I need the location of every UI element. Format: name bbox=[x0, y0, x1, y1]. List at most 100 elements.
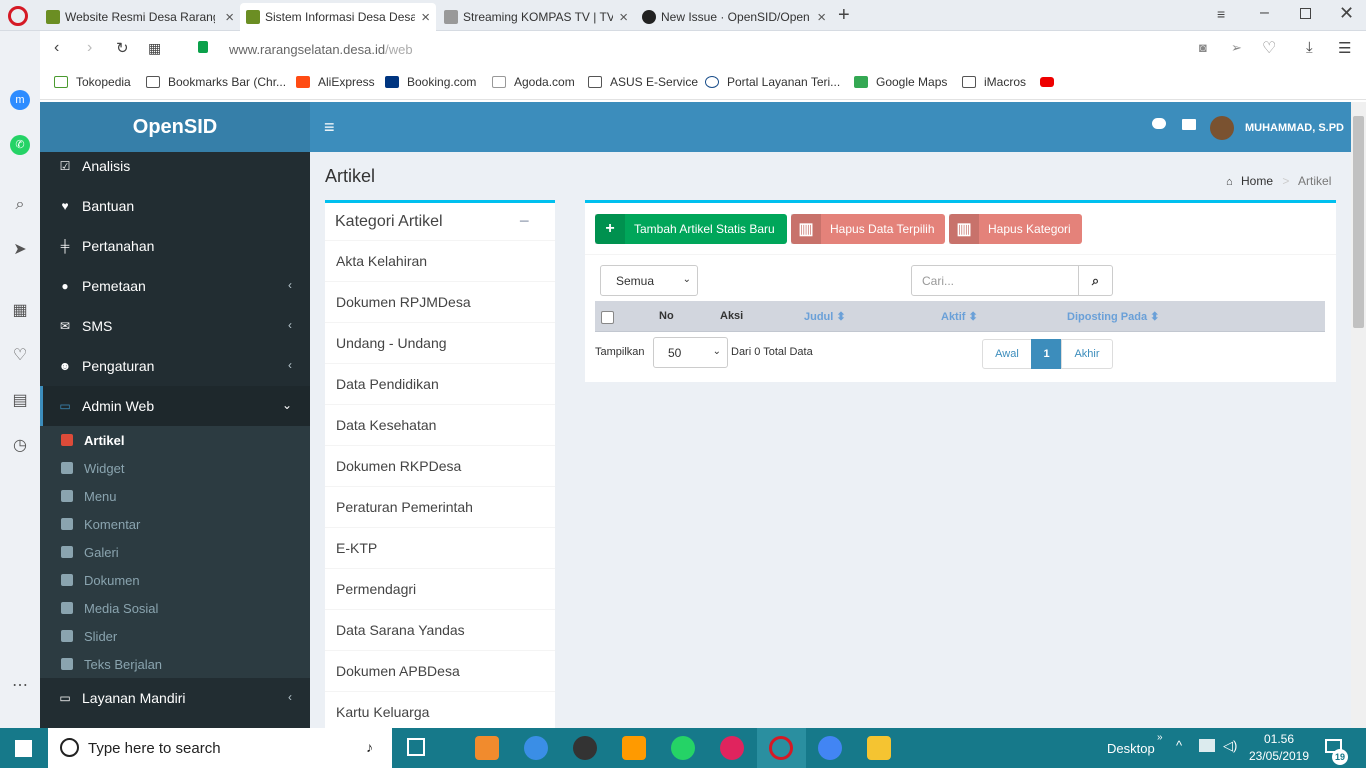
submenu-widget[interactable]: Widget bbox=[40, 454, 310, 482]
news-icon[interactable]: ▤ bbox=[10, 391, 30, 411]
breadcrumb-home[interactable]: Home bbox=[1241, 174, 1273, 188]
bookmark-folder[interactable]: Bookmarks Bar (Chr... bbox=[146, 75, 286, 89]
browser-tab[interactable]: Website Resmi Desa Rarang × bbox=[40, 3, 240, 31]
search-icon[interactable]: ⌕ bbox=[10, 195, 30, 215]
sidebar-item-pengaturan[interactable]: ☻ Pengaturan ‹ bbox=[40, 346, 310, 386]
new-tab-icon[interactable]: + bbox=[838, 4, 850, 27]
dropbox-icon[interactable] bbox=[1199, 739, 1215, 752]
bookmark-item[interactable]: Booking.com bbox=[385, 75, 476, 89]
add-article-button[interactable]: + Tambah Artikel Statis Baru bbox=[595, 214, 787, 244]
sidebar-item-admin-web[interactable]: ▭ Admin Web ⌄ bbox=[40, 386, 310, 426]
download-icon[interactable]: ⤓ bbox=[1306, 39, 1313, 56]
browser-tab[interactable]: Streaming KOMPAS TV | TV × bbox=[438, 3, 634, 31]
task-view-icon[interactable] bbox=[407, 738, 425, 756]
sidebar-item-pemetaan[interactable]: ● Pemetaan ‹ bbox=[40, 266, 310, 306]
send-snap-icon[interactable]: ➢ bbox=[1231, 40, 1242, 56]
hamburger-icon[interactable]: ≡ bbox=[324, 117, 335, 138]
opera-logo-icon[interactable] bbox=[8, 6, 28, 26]
bookmark-item[interactable]: Portal Layanan Teri... bbox=[705, 75, 840, 89]
delete-selected-button[interactable]: ▥ Hapus Data Terpilih bbox=[791, 214, 945, 244]
submenu-komentar[interactable]: Komentar bbox=[40, 510, 310, 538]
windows-start-icon[interactable] bbox=[15, 740, 32, 757]
file-explorer-icon[interactable] bbox=[867, 736, 891, 760]
restore-icon[interactable] bbox=[1300, 8, 1311, 19]
user-name[interactable]: MUHAMMAD, S.PD bbox=[1245, 122, 1344, 134]
desktop-toolbar[interactable]: Desktop bbox=[1107, 741, 1155, 756]
app-icon[interactable] bbox=[573, 736, 597, 760]
sidebar-item-sms[interactable]: ✉ SMS ‹ bbox=[40, 306, 310, 346]
youtube-icon[interactable] bbox=[1040, 77, 1054, 87]
bookmark-item[interactable]: Google Maps bbox=[854, 75, 947, 89]
edge-icon[interactable] bbox=[524, 736, 548, 760]
status-filter-select[interactable]: Semua ⌄ bbox=[600, 265, 698, 296]
app-logo[interactable]: OpenSID bbox=[40, 102, 310, 152]
kategori-item[interactable]: Dokumen APBDesa bbox=[325, 651, 555, 692]
whatsapp-icon[interactable]: ✆ bbox=[10, 135, 30, 155]
back-icon[interactable]: ‹ bbox=[54, 39, 59, 57]
url-field[interactable]: www.rarangselatan.desa.id/web bbox=[229, 42, 413, 57]
close-tab-icon[interactable]: × bbox=[421, 9, 430, 26]
taskbar-opera-active[interactable] bbox=[757, 728, 806, 768]
col-aktif-sort[interactable]: Aktif ⬍ bbox=[941, 310, 978, 323]
scrollbar-thumb[interactable] bbox=[1353, 116, 1364, 328]
send-icon[interactable]: ➤ bbox=[10, 240, 30, 260]
submenu-dokumen[interactable]: Dokumen bbox=[40, 566, 310, 594]
clock-time[interactable]: 01.56 bbox=[1249, 732, 1309, 746]
user-avatar[interactable] bbox=[1210, 116, 1234, 140]
heart-icon[interactable]: ♡ bbox=[10, 346, 30, 366]
page-current-button[interactable]: 1 bbox=[1031, 339, 1062, 369]
kategori-item[interactable]: Data Sarana Yandas bbox=[325, 610, 555, 651]
page-last-button[interactable]: Akhir bbox=[1061, 339, 1113, 369]
reload-icon[interactable]: ↻ bbox=[116, 39, 129, 57]
sidebar-item-layanan-mandiri[interactable]: ▭ Layanan Mandiri ‹ bbox=[40, 678, 310, 718]
col-diposting-sort[interactable]: Diposting Pada ⬍ bbox=[1067, 310, 1159, 323]
sidebar-item-bantuan[interactable]: ♥ Bantuan bbox=[40, 186, 310, 226]
comments-icon[interactable] bbox=[1152, 118, 1166, 129]
taskbar-search[interactable]: Type here to search ♪ bbox=[48, 728, 392, 768]
chevron-icon[interactable]: » bbox=[1157, 732, 1163, 743]
messenger-icon[interactable]: m bbox=[10, 90, 30, 110]
tab-menu-icon[interactable]: ≡ bbox=[1217, 6, 1225, 22]
kategori-item[interactable]: Data Pendidikan bbox=[325, 364, 555, 405]
browser-tab[interactable]: New Issue · OpenSID/Open × bbox=[636, 3, 832, 31]
tray-up-icon[interactable]: ^ bbox=[1176, 738, 1182, 753]
sidebar-item-pertanahan[interactable]: ╪ Pertanahan bbox=[40, 226, 310, 266]
camera-icon[interactable]: ◙ bbox=[1199, 40, 1207, 55]
whatsapp-icon[interactable] bbox=[671, 736, 695, 760]
close-tab-icon[interactable]: × bbox=[817, 9, 826, 26]
close-tab-icon[interactable]: × bbox=[225, 9, 234, 26]
app-icon[interactable] bbox=[720, 736, 744, 760]
kategori-item[interactable]: Akta Kelahiran bbox=[325, 241, 555, 282]
close-tab-icon[interactable]: × bbox=[619, 9, 628, 26]
sublime-icon[interactable] bbox=[622, 736, 646, 760]
speed-dial-icon[interactable]: ▦ bbox=[10, 301, 30, 321]
submenu-menu[interactable]: Menu bbox=[40, 482, 310, 510]
envelope-icon[interactable] bbox=[1182, 119, 1196, 130]
submenu-slider[interactable]: Slider bbox=[40, 622, 310, 650]
kategori-item[interactable]: Dokumen RKPDesa bbox=[325, 446, 555, 487]
kategori-item[interactable]: Undang - Undang bbox=[325, 323, 555, 364]
collapse-icon[interactable]: − bbox=[519, 211, 530, 232]
kategori-item[interactable]: Data Kesehatan bbox=[325, 405, 555, 446]
kategori-item[interactable]: Kartu Keluarga bbox=[325, 692, 555, 733]
history-icon[interactable]: ◷ bbox=[10, 436, 30, 456]
more-icon[interactable]: ⋯ bbox=[10, 676, 30, 696]
bookmark-item[interactable]: AliExpress bbox=[296, 75, 375, 89]
volume-icon[interactable]: ◁) bbox=[1223, 738, 1237, 754]
bookmark-folder[interactable]: iMacros bbox=[962, 75, 1026, 89]
forward-icon[interactable]: › bbox=[87, 39, 92, 57]
chrome-icon[interactable] bbox=[818, 736, 842, 760]
submenu-artikel[interactable]: Artikel bbox=[40, 426, 310, 454]
kategori-item[interactable]: Permendagri bbox=[325, 569, 555, 610]
sidebar-item-analisis[interactable]: ☑ Analisis bbox=[40, 152, 310, 186]
search-button[interactable]: ⌕ bbox=[1079, 265, 1113, 296]
select-all-checkbox[interactable] bbox=[601, 311, 614, 324]
kategori-item[interactable]: E-KTP bbox=[325, 528, 555, 569]
browser-tab-active[interactable]: Sistem Informasi Desa Desa × bbox=[240, 3, 436, 31]
bookmark-item[interactable]: Agoda.com bbox=[492, 75, 575, 89]
submenu-galeri[interactable]: Galeri bbox=[40, 538, 310, 566]
submenu-media-sosial[interactable]: Media Sosial bbox=[40, 594, 310, 622]
clock-date[interactable]: 23/05/2019 bbox=[1245, 749, 1313, 763]
col-judul-sort[interactable]: Judul ⬍ bbox=[804, 310, 846, 323]
minimize-icon[interactable]: – bbox=[1260, 4, 1269, 22]
